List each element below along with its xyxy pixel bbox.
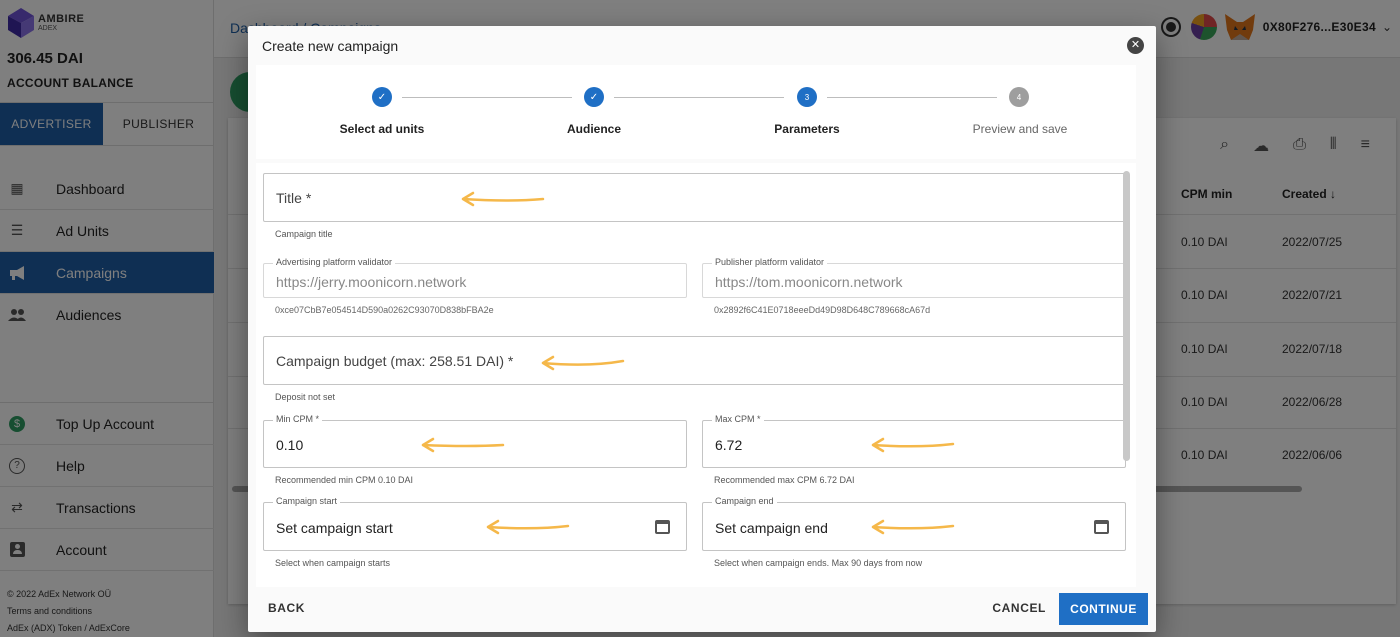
publisher-validator-field: Publisher platform validator https://tom… bbox=[702, 257, 1126, 298]
title-field[interactable]: Title * bbox=[263, 173, 1126, 222]
min-cpm-label: Min CPM * bbox=[273, 414, 323, 424]
campaign-start-value: Set campaign start bbox=[276, 520, 393, 536]
close-icon[interactable]: ✕ bbox=[1127, 37, 1144, 54]
min-cpm-value: 0.10 bbox=[276, 437, 304, 453]
parameters-form: Title * Campaign title Advertising platf… bbox=[256, 163, 1136, 587]
budget-helper: Deposit not set bbox=[275, 392, 336, 402]
publisher-validator-label: Publisher platform validator bbox=[712, 257, 828, 267]
annotation-arrow-icon bbox=[871, 437, 955, 453]
annotation-arrow-icon bbox=[871, 519, 955, 535]
step-label-select-ad-units: Select ad units bbox=[339, 122, 425, 136]
step-label-parameters: Parameters bbox=[774, 122, 840, 136]
step-connector bbox=[827, 97, 997, 98]
publisher-validator-address: 0x2892f6C41E0718eeeDd49D98D648C789668cA6… bbox=[714, 305, 931, 315]
step-label-preview: Preview and save bbox=[972, 122, 1068, 136]
max-cpm-value: 6.72 bbox=[715, 437, 743, 453]
advertising-validator-value: https://jerry.moonicorn.network bbox=[276, 274, 467, 290]
calendar-icon[interactable] bbox=[655, 520, 670, 534]
campaign-start-field[interactable]: Campaign start Set campaign start bbox=[263, 496, 687, 551]
step-2-check-icon: ✓ bbox=[584, 87, 604, 107]
budget-placeholder: Campaign budget (max: 258.51 DAI) * bbox=[276, 353, 514, 369]
advertising-validator-address: 0xce07CbB7e054514D590a0262C93070D838bFBA… bbox=[275, 305, 494, 315]
dialog-footer: BACK CANCEL CONTINUE bbox=[248, 587, 1156, 632]
step-connector bbox=[402, 97, 572, 98]
step-1-check-icon: ✓ bbox=[372, 87, 392, 107]
title-helper: Campaign title bbox=[275, 229, 333, 239]
continue-button[interactable]: CONTINUE bbox=[1059, 593, 1148, 625]
max-cpm-helper: Recommended max CPM 6.72 DAI bbox=[714, 475, 855, 485]
title-placeholder: Title * bbox=[276, 190, 312, 206]
stepper: ✓ ✓ 3 4 Select ad units Audience Paramet… bbox=[256, 65, 1136, 159]
step-3-indicator: 3 bbox=[797, 87, 817, 107]
campaign-end-label: Campaign end bbox=[712, 496, 777, 506]
advertising-validator-field: Advertising platform validator https://j… bbox=[263, 257, 687, 298]
advertising-validator-label: Advertising platform validator bbox=[273, 257, 396, 267]
max-cpm-label: Max CPM * bbox=[712, 414, 764, 424]
step-connector bbox=[614, 97, 784, 98]
campaign-end-value: Set campaign end bbox=[715, 520, 828, 536]
back-button[interactable]: BACK bbox=[268, 601, 305, 615]
step-label-audience: Audience bbox=[566, 122, 622, 136]
budget-field[interactable]: Campaign budget (max: 258.51 DAI) * bbox=[263, 336, 1126, 385]
annotation-arrow-icon bbox=[461, 191, 545, 207]
campaign-end-helper: Select when campaign ends. Max 90 days f… bbox=[714, 558, 923, 568]
create-campaign-dialog: Create new campaign ✕ ✓ ✓ 3 4 Select ad … bbox=[248, 26, 1156, 632]
publisher-validator-value: https://tom.moonicorn.network bbox=[715, 274, 903, 290]
annotation-arrow-icon bbox=[421, 437, 505, 453]
annotation-arrow-icon bbox=[541, 355, 625, 371]
campaign-start-label: Campaign start bbox=[273, 496, 341, 506]
annotation-arrow-icon bbox=[486, 519, 570, 535]
step-4-indicator: 4 bbox=[1009, 87, 1029, 107]
dialog-title: Create new campaign bbox=[262, 38, 399, 54]
min-cpm-helper: Recommended min CPM 0.10 DAI bbox=[275, 475, 414, 485]
cancel-button[interactable]: CANCEL bbox=[992, 601, 1046, 615]
calendar-icon[interactable] bbox=[1094, 520, 1109, 534]
vertical-scrollbar[interactable] bbox=[1123, 171, 1130, 461]
campaign-start-helper: Select when campaign starts bbox=[275, 558, 391, 568]
